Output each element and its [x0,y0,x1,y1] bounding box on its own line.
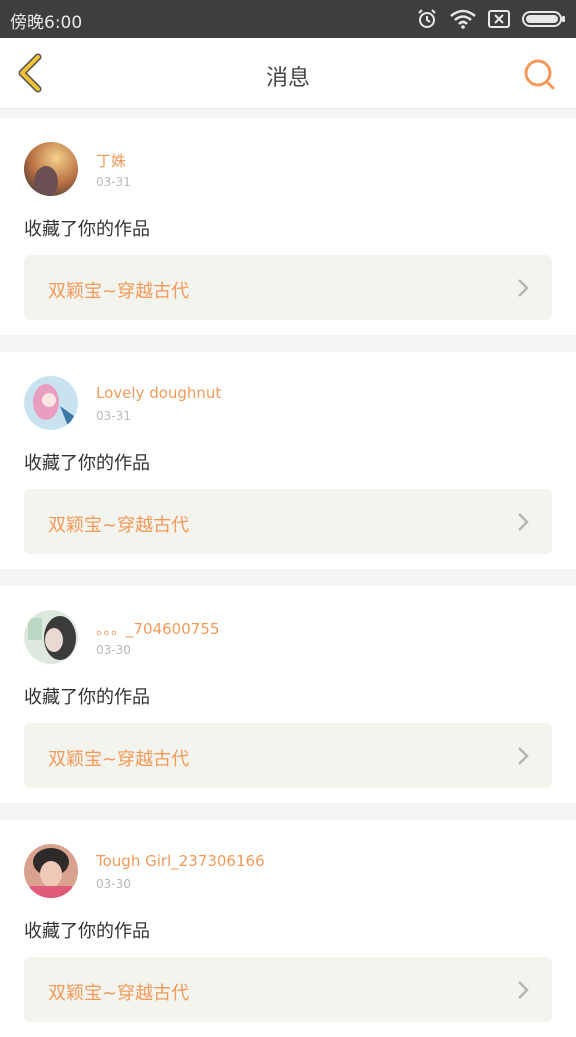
search-icon[interactable] [522,57,556,91]
username[interactable]: 。。。_704600755 [96,618,219,639]
status-time: 傍晚6:00 [10,13,83,33]
work-title: 双颖宝~穿越古代 [48,281,190,302]
username[interactable]: 丁姝 [96,150,126,171]
avatar[interactable] [24,844,78,898]
chevron-right-icon [518,747,529,765]
username[interactable]: Lovely doughnut [96,384,221,402]
message-date: 03-30 [96,643,131,657]
chevron-right-icon [518,981,529,999]
work-title: 双颖宝~穿越古代 [48,749,190,770]
message-item: Lovely doughnut 03-31 收藏了你的作品 双颖宝~穿越古代 [0,352,576,569]
action-text: 收藏了你的作品 [24,453,150,474]
avatar[interactable] [24,142,78,196]
alarm-icon [418,9,436,28]
work-link[interactable]: 双颖宝~穿越古代 [24,957,552,1022]
work-link[interactable]: 双颖宝~穿越古代 [24,255,552,320]
message-item: 丁姝 03-31 收藏了你的作品 双颖宝~穿越古代 [0,118,576,335]
sim-x-icon [488,10,510,28]
page-title: 消息 [265,66,310,91]
action-text: 收藏了你的作品 [24,921,150,942]
nav-bar: 消息 [0,38,576,109]
chevron-right-icon [518,513,529,531]
work-link[interactable]: 双颖宝~穿越古代 [24,489,552,554]
status-icons [416,6,566,32]
work-title: 双颖宝~穿越古代 [48,515,190,536]
avatar[interactable] [24,610,78,664]
status-bar: 傍晚6:00 [0,0,576,38]
message-item: 。。。_704600755 03-30 收藏了你的作品 双颖宝~穿越古代 [0,586,576,803]
message-item: Tough Girl_237306166 03-30 收藏了你的作品 双颖宝~穿… [0,820,576,1037]
chevron-right-icon [518,279,529,297]
message-date: 03-31 [96,409,131,423]
work-title: 双颖宝~穿越古代 [48,983,190,1004]
username[interactable]: Tough Girl_237306166 [96,852,265,870]
message-date: 03-30 [96,877,131,891]
wifi-icon [450,9,476,29]
battery-icon [522,11,565,27]
work-link[interactable]: 双颖宝~穿越古代 [24,723,552,788]
avatar[interactable] [24,376,78,430]
message-date: 03-31 [96,175,131,189]
action-text: 收藏了你的作品 [24,687,150,708]
action-text: 收藏了你的作品 [24,219,150,240]
